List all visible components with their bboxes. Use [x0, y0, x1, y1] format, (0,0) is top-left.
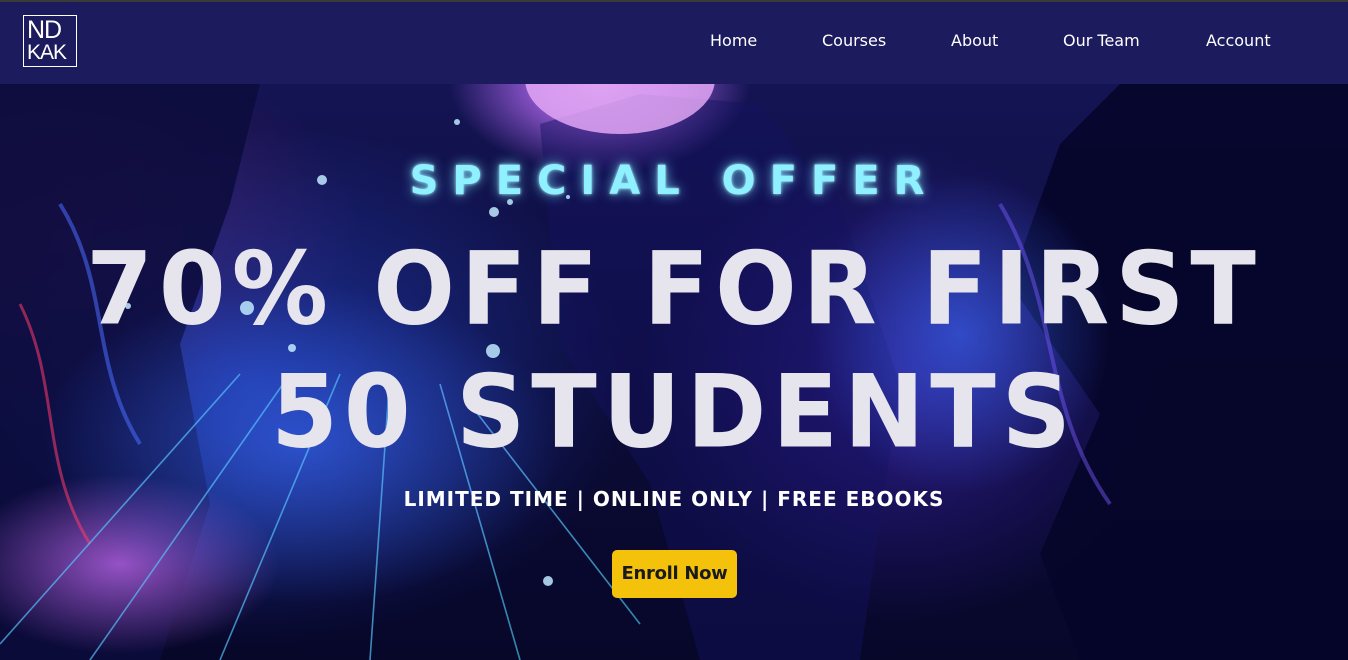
nav-our-team[interactable]: Our Team: [1063, 31, 1140, 50]
nav-about[interactable]: About: [951, 31, 998, 50]
headline-line-2: 50 STUDENTS: [271, 353, 1077, 471]
offer-details: LIMITED TIME | ONLINE ONLY | FREE EBOOKS: [403, 487, 945, 511]
hero-banner: SPECIAL OFFER 70% OFF FOR FIRST 50 STUDE…: [0, 84, 1348, 660]
navbar: ND KAK Home Courses About Our Team Accou…: [0, 2, 1348, 84]
enroll-now-button[interactable]: Enroll Now: [612, 550, 737, 598]
nav-home[interactable]: Home: [710, 31, 757, 50]
nav-courses[interactable]: Courses: [822, 31, 886, 50]
logo-text-bottom: KAK: [27, 41, 67, 64]
nav-account[interactable]: Account: [1206, 31, 1271, 50]
special-offer-label: SPECIAL OFFER: [409, 158, 939, 204]
top-border: [0, 0, 1348, 2]
headline-line-1: 70% OFF FOR FIRST: [86, 230, 1262, 348]
logo[interactable]: ND KAK: [23, 15, 77, 67]
logo-text-top: ND: [27, 16, 62, 44]
